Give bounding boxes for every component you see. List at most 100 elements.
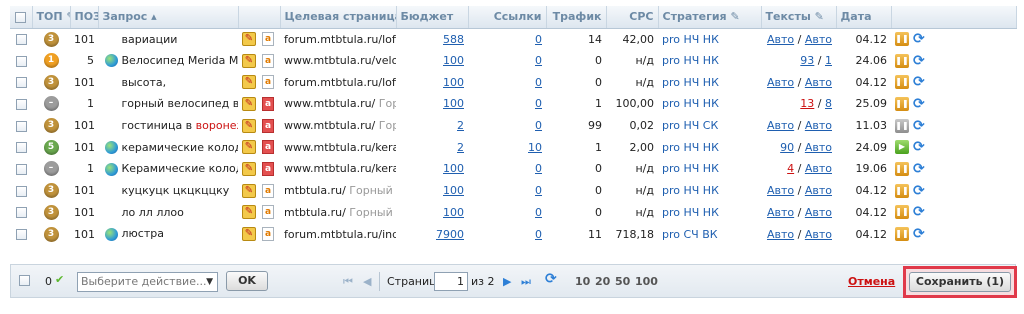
table-row[interactable]: 3101 гостиница в воронеже✎awww.mtbtula.r… [10,115,1016,137]
text-link-2[interactable]: Авто [805,119,832,132]
text-link-2[interactable]: 1 [825,54,832,67]
row-checkbox-cell[interactable] [10,115,32,137]
col-date[interactable]: Дата [836,6,892,29]
pencil-icon[interactable]: ✎ [66,10,69,23]
first-page-icon[interactable]: ⏮ [343,275,353,289]
target-cell[interactable]: forum.mtbtula.ru/lofivers [280,28,396,50]
refresh-icon[interactable]: ⟳ [913,53,925,69]
row-checkbox-cell[interactable] [10,136,32,158]
target-cell[interactable]: forum.mtbtula.ru/index.p [280,223,396,245]
strategy-link[interactable]: pro СЧ ВК [662,228,718,241]
status-toggle-icon[interactable]: ❚❚ [895,205,909,220]
strategy-cell[interactable]: pro НЧ НК [658,71,761,93]
strategy-cell[interactable]: pro СЧ ВК [658,223,761,245]
page-doc-icon[interactable]: a [262,161,274,176]
strategy-link[interactable]: pro НЧ НК [662,184,719,197]
strategy-link[interactable]: pro НЧ СК [662,119,718,132]
text-link-2[interactable]: Авто [805,33,832,46]
cancel-link[interactable]: Отмена [848,275,895,288]
row-checkbox[interactable] [15,207,27,219]
col-target[interactable]: Целевая страница ✎ [280,6,397,29]
edit-pencil-icon[interactable]: ✎ [242,75,256,90]
links-cell[interactable]: 0 [468,158,546,180]
table-row[interactable]: 3101 высота,✎aforum.mtbtula.ru/lofivers … [10,71,1016,93]
budget-link[interactable]: 2 [457,119,464,132]
text-link-2[interactable]: Авто [805,206,832,219]
refresh-icon[interactable]: ⟳ [913,139,925,155]
refresh-icon[interactable]: ⟳ [913,183,925,199]
target-cell[interactable]: www.mtbtula.ru/keramicl [280,136,396,158]
texts-cell[interactable]: Авто / Авто [761,28,836,50]
target-cell[interactable]: www.mtbtula.ru/keramicl [280,158,396,180]
links-link[interactable]: 0 [535,33,542,46]
page-doc-icon[interactable]: a [262,227,274,242]
page-doc-icon[interactable]: a [262,205,274,220]
row-checkbox-cell[interactable] [10,50,32,72]
links-cell[interactable]: 0 [468,28,546,50]
strategy-cell[interactable]: pro НЧ НК [658,93,761,115]
row-checkbox-cell[interactable] [10,202,32,224]
refresh-icon[interactable]: ⟳ [913,226,925,242]
pencil-icon[interactable]: ✎ [815,10,824,23]
budget-cell[interactable]: 100 [396,180,468,202]
strategy-cell[interactable]: pro НЧ НК [658,202,761,224]
links-cell[interactable]: 0 [468,180,546,202]
links-link[interactable]: 0 [535,162,542,175]
status-toggle-icon[interactable]: ❚❚ [895,32,909,47]
strategy-cell[interactable]: pro НЧ НК [658,180,761,202]
edit-pencil-icon[interactable]: ✎ [242,53,256,68]
budget-link[interactable]: 7900 [436,228,464,241]
budget-cell[interactable]: 588 [396,28,468,50]
next-page-icon[interactable]: ▶ [503,275,511,288]
links-link[interactable]: 0 [535,97,542,110]
refresh-icon[interactable]: ⟳ [913,161,925,177]
texts-cell[interactable]: 90 / Авто [761,136,836,158]
strategy-cell[interactable]: pro НЧ НК [658,158,761,180]
edit-pencil-icon[interactable]: ✎ [242,183,256,198]
page-doc-icon[interactable]: a [262,140,274,155]
refresh-icon[interactable]: ⟳ [913,204,925,220]
target-cell[interactable]: forum.mtbtula.ru/lofivers [280,71,396,93]
select-all-checkbox[interactable] [15,11,27,23]
row-checkbox[interactable] [15,163,27,175]
strategy-cell[interactable]: pro НЧ НК [658,50,761,72]
strategy-link[interactable]: pro НЧ НК [662,206,719,219]
target-cell[interactable]: www.mtbtula.ru/ Горный [280,93,396,115]
links-link[interactable]: 0 [535,228,542,241]
budget-cell[interactable]: 2 [396,136,468,158]
table-row[interactable]: 3101 вариации✎aforum.mtbtula.ru/lofivers… [10,28,1016,50]
texts-cell[interactable]: Авто / Авто [761,71,836,93]
table-row[interactable]: 3 101 куцкуцк цкцкццку ✎ a mtbtula.ru/ Горны… [10,180,1016,202]
edit-pencil-icon[interactable]: ✎ [242,96,256,111]
text-link-2[interactable]: 8 [825,97,832,110]
page-doc-icon[interactable]: a [262,96,274,111]
save-button[interactable]: Сохранить (1) [909,272,1011,292]
edit-pencil-icon[interactable]: ✎ [242,227,256,242]
strategy-cell[interactable]: pro НЧ НК [658,136,761,158]
links-link[interactable]: 10 [528,141,542,154]
row-checkbox-cell[interactable] [10,93,32,115]
refresh-icon[interactable]: ⟳ [913,74,925,90]
select-all-cell[interactable] [10,6,33,29]
target-cell[interactable]: mtbtula.ru/ Горный велс [280,180,396,202]
row-checkbox-cell[interactable] [10,28,32,50]
text-link-2[interactable]: Авто [805,141,832,154]
status-toggle-icon[interactable]: ❚❚ [895,53,909,68]
budget-cell[interactable]: 100 [396,71,468,93]
links-cell[interactable]: 0 [468,202,546,224]
status-toggle-icon[interactable]: ❚❚ [895,118,909,133]
links-cell[interactable]: 0 [468,115,546,137]
row-checkbox[interactable] [15,55,27,67]
page-doc-icon[interactable]: a [262,53,274,68]
strategy-link[interactable]: pro НЧ НК [662,97,719,110]
edit-pencil-icon[interactable]: ✎ [242,140,256,155]
table-row[interactable]: 3101 люстра✎aforum.mtbtula.ru/index.p 79… [10,223,1016,245]
links-cell[interactable]: 0 [468,93,546,115]
per-page-100[interactable]: 100 [635,275,658,288]
texts-cell[interactable]: Авто / Авто [761,202,836,224]
strategy-cell[interactable]: pro НЧ СК [658,115,761,137]
row-checkbox-cell[interactable] [10,180,32,202]
budget-cell[interactable]: 100 [396,93,468,115]
row-checkbox[interactable] [15,185,27,197]
links-cell[interactable]: 10 [468,136,546,158]
